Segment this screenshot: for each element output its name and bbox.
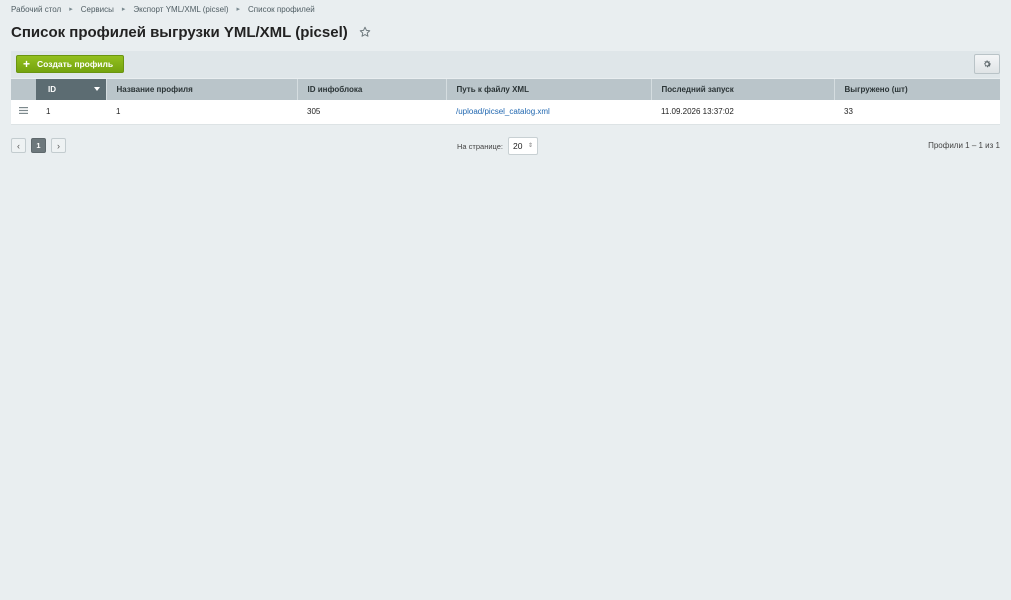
breadcrumb-separator-icon: ▸ <box>121 6 126 13</box>
star-icon[interactable] <box>359 26 371 38</box>
column-header-exported[interactable]: Выгружено (шт) <box>834 79 1000 100</box>
settings-button[interactable] <box>974 54 1000 74</box>
table-row[interactable]: 1 1 305 /upload/picsel_catalog.xml 11.09… <box>11 100 1000 125</box>
per-page-select[interactable]: 20 ⇕ <box>508 137 538 155</box>
page-button-current[interactable]: 1 <box>31 138 46 153</box>
prev-page-button[interactable]: ‹ <box>11 138 26 153</box>
row-menu-cell <box>11 100 36 125</box>
cell-id: 1 <box>36 100 106 125</box>
profiles-table: ID Название профиля ID инфоблока Путь к … <box>11 79 1000 125</box>
title-row: Список профилей выгрузки YML/XML (picsel… <box>11 21 371 43</box>
cell-last-run: 11.09.2026 13:37:02 <box>651 100 834 125</box>
per-page-label: На странице: <box>457 141 503 151</box>
cell-exported: 33 <box>834 100 1000 125</box>
per-page-value: 20 <box>513 141 523 151</box>
column-header-id[interactable]: ID <box>36 79 107 100</box>
breadcrumb-export[interactable]: Экспорт YML/XML (picsel) <box>133 5 228 14</box>
breadcrumb-current: Список профилей <box>248 4 315 14</box>
breadcrumb: Рабочий стол ▸ Сервисы ▸ Экспорт YML/XML… <box>11 4 315 14</box>
pagination: ‹ 1 › <box>11 138 66 153</box>
cell-iblock-id: 305 <box>297 100 446 125</box>
column-header-xml-path[interactable]: Путь к файлу XML <box>446 79 652 100</box>
column-header-id-label: ID <box>48 85 56 94</box>
cell-xml-path: /upload/picsel_catalog.xml <box>446 100 651 125</box>
xml-path-link[interactable]: /upload/picsel_catalog.xml <box>456 107 550 116</box>
gear-icon <box>984 60 991 68</box>
cell-name: 1 <box>106 100 297 125</box>
plus-icon: + <box>23 57 31 71</box>
column-header-iblock-id[interactable]: ID инфоблока <box>297 79 447 100</box>
per-page-control: На странице: 20 ⇕ <box>457 137 538 155</box>
column-header-last-run[interactable]: Последний запуск <box>651 79 835 100</box>
select-arrows-icon: ⇕ <box>527 143 533 149</box>
column-header-name[interactable]: Название профиля <box>106 79 298 100</box>
table-header-row: ID Название профиля ID инфоблока Путь к … <box>11 79 1000 100</box>
breadcrumb-separator-icon: ▸ <box>69 6 73 13</box>
create-profile-label: Создать профиль <box>37 59 114 69</box>
page: Рабочий стол ▸ Сервисы ▸ Экспорт YML/XML… <box>0 0 1011 600</box>
create-profile-button[interactable]: + Создать профиль <box>16 55 124 73</box>
page-title: Список профилей выгрузки YML/XML (picsel… <box>11 23 348 41</box>
row-menu-icon[interactable] <box>19 107 28 116</box>
breadcrumb-separator-icon: ▸ <box>236 6 241 13</box>
toolbar: + Создать профиль <box>11 51 1000 78</box>
next-page-button[interactable]: › <box>51 138 66 153</box>
header-menu-cell <box>11 79 36 100</box>
breadcrumb-services[interactable]: Сервисы <box>81 5 114 14</box>
sort-desc-icon <box>93 87 100 91</box>
breadcrumb-desktop[interactable]: Рабочий стол <box>11 5 61 14</box>
total-count: Профили 1 – 1 из 1 <box>928 141 1000 150</box>
